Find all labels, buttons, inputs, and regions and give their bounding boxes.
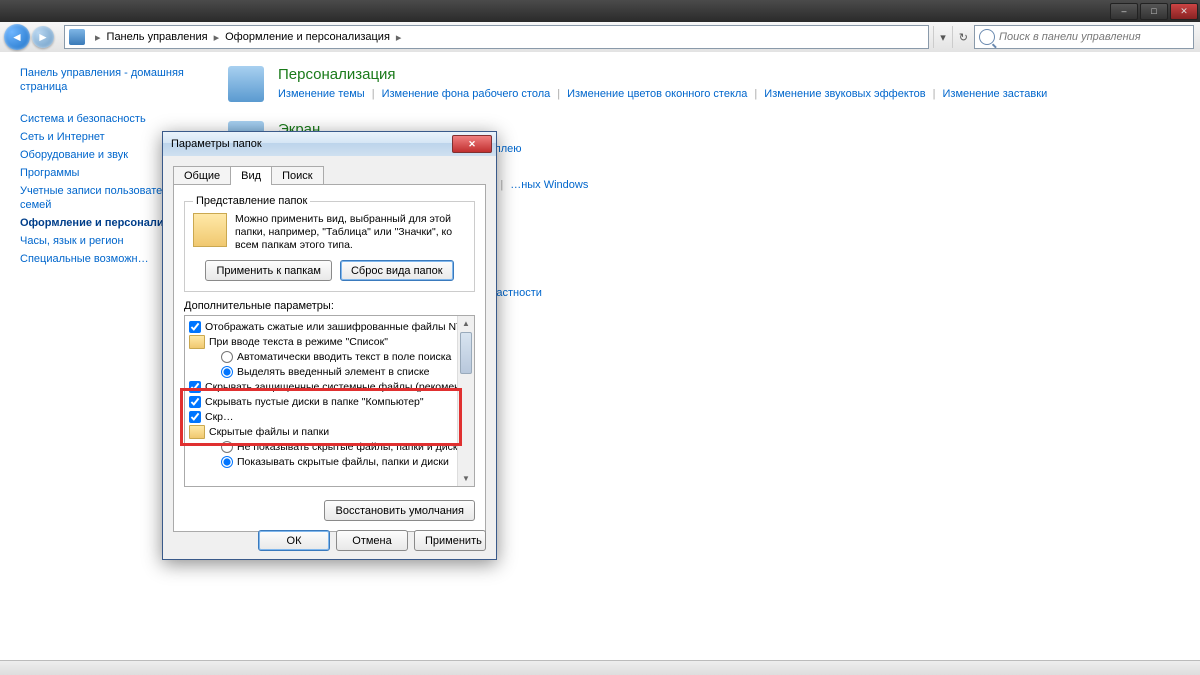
scroll-thumb[interactable] (460, 332, 472, 374)
breadcrumb-2[interactable]: Оформление и персонализация (225, 31, 390, 43)
tree-checkbox[interactable] (189, 411, 201, 423)
tree-label: При вводе текста в режиме "Список" (209, 336, 388, 348)
tree-radio[interactable] (221, 366, 233, 378)
category-link[interactable]: …ных Windows (510, 179, 588, 191)
breadcrumb-sep: ▸ (396, 31, 402, 44)
dialog-title: Параметры папок (171, 138, 452, 150)
dialog-body: Общие Вид Поиск Представление папок Можн… (163, 156, 496, 542)
tree-label: Скрывать пустые диски в папке "Компьютер… (205, 396, 424, 408)
close-button[interactable]: ✕ (1170, 3, 1198, 20)
category-link[interactable]: Изменение темы (278, 88, 365, 100)
tree-label: Скрывать защищенные системные файлы (рек… (205, 381, 470, 393)
window-titlebar: – □ ✕ (0, 0, 1200, 22)
cancel-button[interactable]: Отмена (336, 530, 408, 551)
tree-radio[interactable] (221, 441, 233, 453)
search-icon (979, 29, 995, 45)
scroll-up-icon[interactable]: ▲ (458, 316, 474, 331)
fieldset-legend: Представление папок (193, 195, 310, 207)
apply-button[interactable]: Применить (414, 530, 486, 551)
tree-row[interactable]: Скр… (185, 409, 474, 424)
tab-view[interactable]: Вид (230, 166, 272, 185)
statusbar (0, 660, 1200, 675)
restore-defaults-button[interactable]: Восстановить умолчания (324, 500, 475, 521)
tab-search[interactable]: Поиск (271, 166, 323, 185)
tree-row[interactable]: Автоматически вводить текст в поле поиск… (185, 349, 474, 364)
tree-checkbox[interactable] (189, 321, 201, 333)
dialog-tabs: Общие Вид Поиск (173, 166, 486, 185)
dialog-buttons: ОК Отмена Применить (258, 530, 486, 551)
folder-options-dialog: Параметры папок ✕ Общие Вид Поиск Предст… (162, 131, 497, 560)
address-row: ◄ ► ▸ Панель управления ▸ Оформление и п… (0, 22, 1200, 53)
fieldset-text: Можно применить вид, выбранный для этой … (235, 213, 466, 252)
category-icon (228, 66, 264, 102)
tree-row[interactable]: Отображать сжатые или зашифрованные файл… (185, 319, 474, 334)
tree-label: Выделять введенный элемент в списке (237, 366, 430, 378)
dialog-titlebar[interactable]: Параметры папок ✕ (163, 132, 496, 156)
category-link[interactable]: Изменение цветов оконного стекла (567, 88, 747, 100)
tree-radio[interactable] (221, 351, 233, 363)
minimize-button[interactable]: – (1110, 3, 1138, 20)
tree-radio[interactable] (221, 456, 233, 468)
tree-row[interactable]: Выделять введенный элемент в списке (185, 364, 474, 379)
back-button[interactable]: ◄ (4, 24, 30, 50)
reset-folders-button[interactable]: Сброс вида папок (340, 260, 454, 281)
advanced-tree[interactable]: Отображать сжатые или зашифрованные файл… (184, 315, 475, 487)
folder-icon (189, 335, 205, 349)
ok-button[interactable]: ОК (258, 530, 330, 551)
sidebar-item[interactable]: Система и безопасность (20, 112, 198, 126)
address-dropdown[interactable]: ▾ (933, 26, 952, 48)
tree-checkbox[interactable] (189, 396, 201, 408)
category-title[interactable]: Персонализация (278, 66, 1047, 83)
scroll-down-icon[interactable]: ▼ (458, 471, 474, 486)
tree-scrollbar[interactable]: ▲ ▼ (457, 316, 474, 486)
tab-general[interactable]: Общие (173, 166, 231, 185)
breadcrumb-1[interactable]: Панель управления (107, 31, 208, 43)
tree-row[interactable]: При вводе текста в режиме "Список" (185, 334, 474, 349)
folder-icon (189, 425, 205, 439)
tree-row[interactable]: Скрывать защищенные системные файлы (рек… (185, 379, 474, 394)
tree-label: Скрытые файлы и папки (209, 426, 329, 438)
tab-panel: Представление папок Можно применить вид,… (173, 184, 486, 532)
tree-row[interactable]: Не показывать скрытые файлы, папки и дис… (185, 439, 474, 454)
search-input[interactable]: Поиск в панели управления (974, 25, 1194, 49)
category-link[interactable]: Изменение звуковых эффектов (764, 88, 925, 100)
tree-row[interactable]: Скрытые файлы и папки (185, 424, 474, 439)
forward-button[interactable]: ► (32, 26, 54, 48)
tree-label: Автоматически вводить текст в поле поиск… (237, 351, 451, 363)
address-bar[interactable]: ▸ Панель управления ▸ Оформление и персо… (64, 25, 929, 49)
category-link[interactable]: Изменение заставки (943, 88, 1048, 100)
category-link[interactable]: Изменение фона рабочего стола (382, 88, 551, 100)
advanced-label: Дополнительные параметры: (184, 300, 475, 312)
tree-checkbox[interactable] (189, 381, 201, 393)
folder-view-fieldset: Представление папок Можно применить вид,… (184, 195, 475, 292)
apply-to-folders-button[interactable]: Применить к папкам (205, 260, 332, 281)
breadcrumb-sep: ▸ (95, 31, 101, 44)
search-placeholder: Поиск в панели управления (999, 31, 1141, 43)
control-panel-icon (69, 29, 85, 45)
tree-row[interactable]: Показывать скрытые файлы, папки и диски (185, 454, 474, 469)
folder-icon (193, 213, 227, 247)
refresh-button[interactable]: ↻ (952, 26, 974, 48)
sidebar-home[interactable]: Панель управления - домашняя страница (20, 66, 198, 94)
breadcrumb-sep: ▸ (214, 31, 220, 44)
dialog-close-button[interactable]: ✕ (452, 135, 492, 153)
maximize-button[interactable]: □ (1140, 3, 1168, 20)
tree-row[interactable]: Скрывать пустые диски в папке "Компьютер… (185, 394, 474, 409)
tree-label: Скр… (205, 411, 234, 423)
tree-label: Отображать сжатые или зашифрованные файл… (205, 321, 473, 333)
tree-label: Не показывать скрытые файлы, папки и дис… (237, 441, 463, 453)
tree-label: Показывать скрытые файлы, папки и диски (237, 456, 449, 468)
